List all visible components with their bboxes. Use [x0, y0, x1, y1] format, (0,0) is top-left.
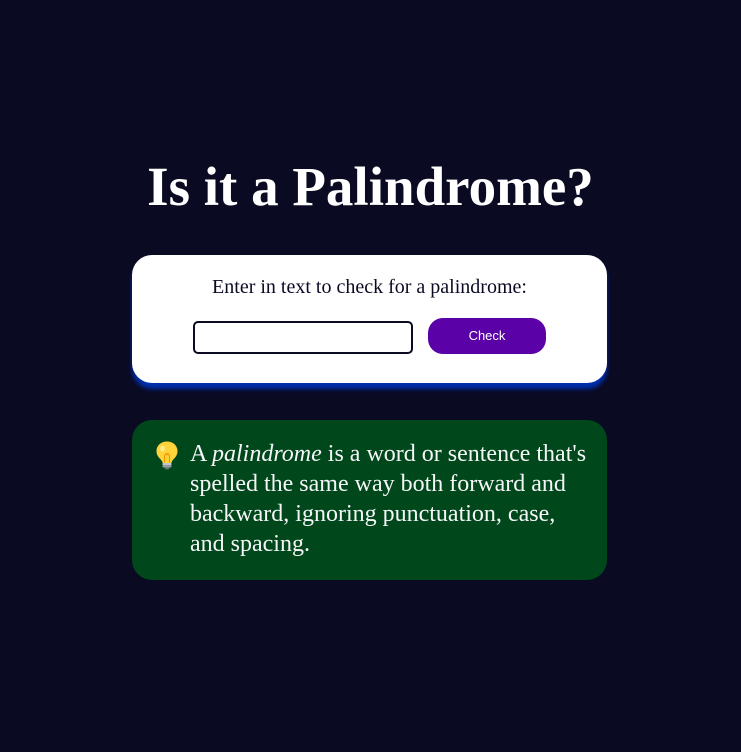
palindrome-definition-text: A palindrome is a word or sentence that'… [190, 439, 590, 559]
palindrome-definition-card: A palindrome is a word or sentence that'… [132, 420, 607, 580]
check-button[interactable]: Check [428, 318, 546, 354]
input-label: Enter in text to check for a palindrome: [212, 276, 527, 298]
definition-lead: A [190, 441, 213, 467]
palindrome-checker-card: Enter in text to check for a palindrome:… [132, 255, 607, 383]
text-input[interactable] [193, 321, 413, 354]
page-title: Is it a Palindrome? [147, 156, 594, 217]
definition-term: palindrome [212, 441, 322, 467]
lightbulb-icon [156, 441, 178, 470]
